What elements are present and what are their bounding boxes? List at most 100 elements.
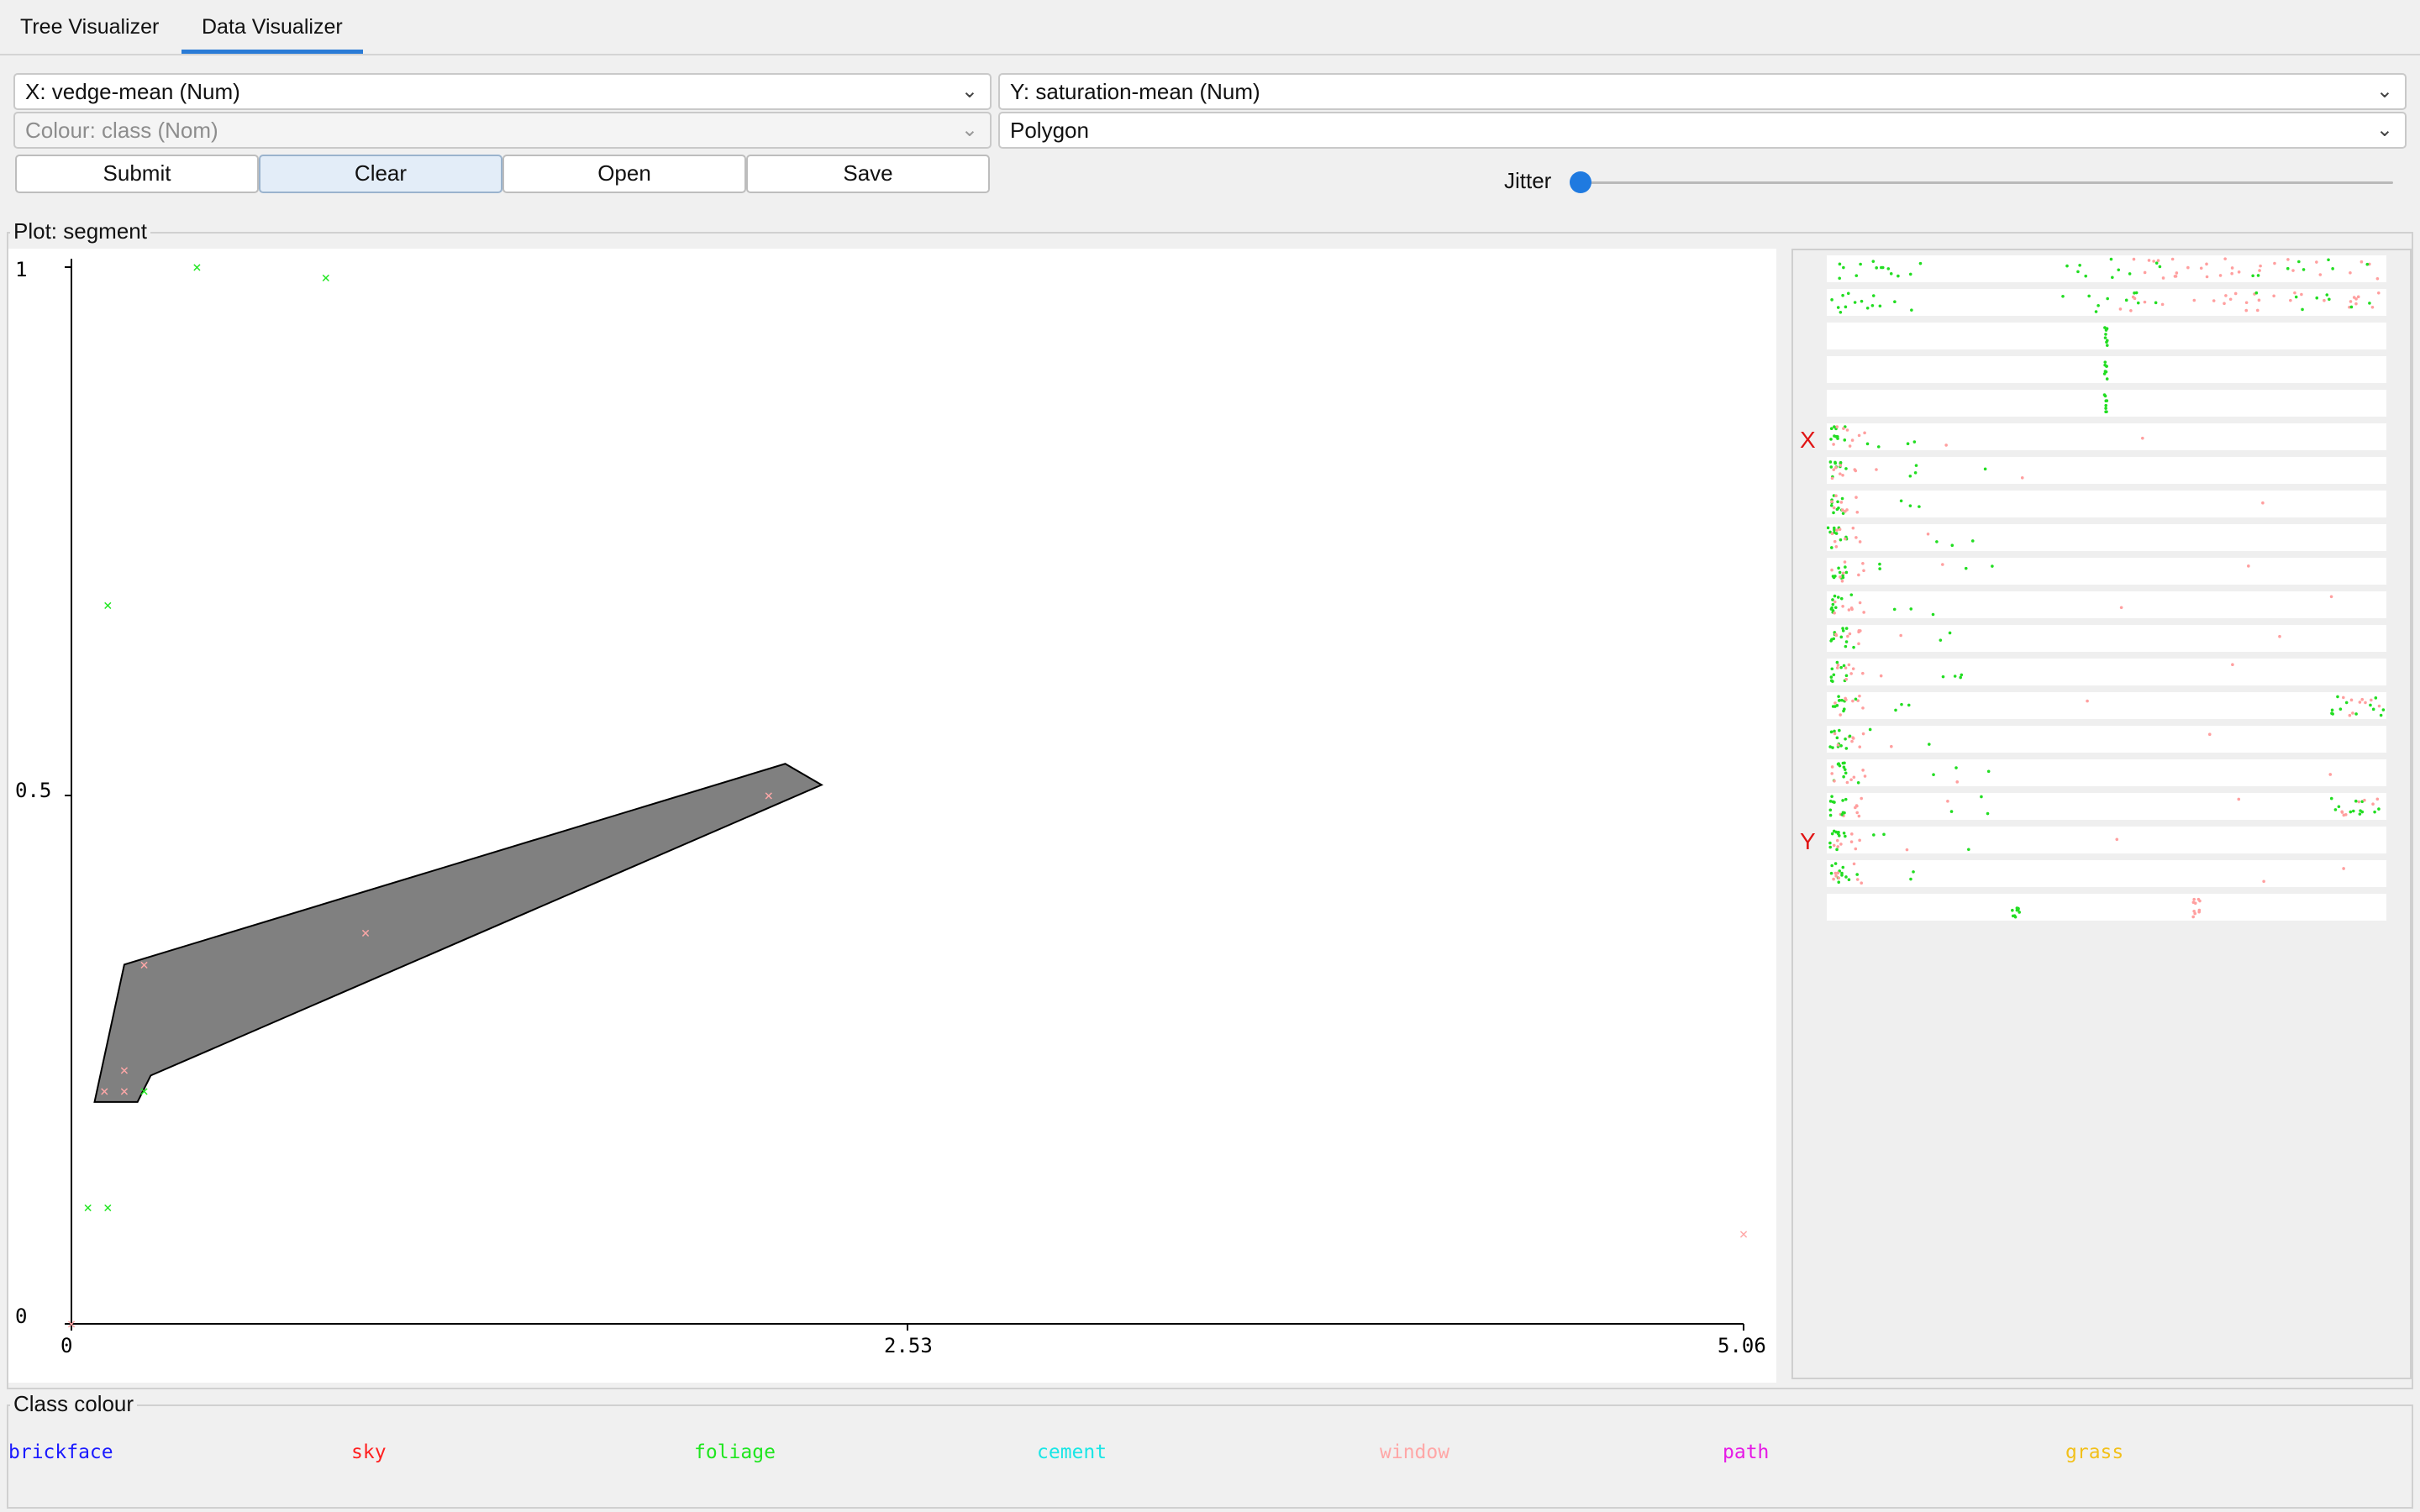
strip-point xyxy=(2342,813,2346,817)
strip-point xyxy=(1844,305,1848,309)
strip-point xyxy=(2338,707,2343,711)
strip-point xyxy=(1928,743,1931,746)
jitter-slider-track[interactable] xyxy=(1580,181,2393,184)
strip-point xyxy=(1839,472,1842,475)
legend-item-cement[interactable]: cement xyxy=(1037,1441,1107,1463)
strip-point xyxy=(1833,611,1836,615)
strip-point xyxy=(2261,501,2265,505)
strip-point xyxy=(1861,706,1865,710)
strip-point xyxy=(1844,797,1848,801)
strip-point xyxy=(1837,880,1841,885)
strip-point xyxy=(2255,308,2260,312)
strip-point xyxy=(1871,294,1876,297)
strip-point xyxy=(1851,667,1855,670)
strip-point xyxy=(1829,675,1833,679)
strip-point xyxy=(1918,261,1923,265)
strip-point xyxy=(1857,433,1861,438)
strip-point xyxy=(2158,265,2162,269)
strip-point xyxy=(2192,298,2196,302)
strip-point xyxy=(1855,878,1860,881)
strip-point xyxy=(1839,713,1842,717)
strip-point xyxy=(2094,310,2098,313)
strip-point xyxy=(1830,476,1834,480)
strip-point xyxy=(1833,594,1837,598)
strip-point xyxy=(1835,660,1839,664)
x-axis-select[interactable]: X: vedge-mean (Num) ⌄ xyxy=(13,73,992,110)
strip-point xyxy=(2152,260,2155,263)
strip-point xyxy=(1842,265,1845,270)
strip-point xyxy=(1829,503,1833,507)
tab-data-visualizer[interactable]: Data Visualizer xyxy=(182,0,363,54)
strip-point xyxy=(2104,407,2107,410)
legend-item-grass[interactable]: grass xyxy=(2065,1441,2123,1463)
strip-point xyxy=(2078,263,2081,267)
strip-point xyxy=(2103,336,2107,339)
strip-point xyxy=(2373,810,2376,814)
strip-point xyxy=(1836,663,1840,667)
data-point-window: × xyxy=(67,1315,76,1333)
attribute-strips[interactable] xyxy=(1827,254,2390,926)
clear-button[interactable]: Clear xyxy=(259,155,502,193)
strip-point xyxy=(1870,304,1875,307)
data-point-window: × xyxy=(120,1062,129,1079)
strip-point xyxy=(1841,799,1844,802)
strip-point xyxy=(1944,444,1948,447)
strip-point xyxy=(1918,505,1921,508)
legend-item-sky[interactable]: sky xyxy=(351,1441,387,1463)
strip-point xyxy=(1863,431,1866,435)
strip-point xyxy=(1840,813,1844,816)
strip-point xyxy=(1839,464,1843,467)
strip-point xyxy=(1841,571,1845,575)
strip-point xyxy=(1841,627,1844,630)
shape-select[interactable]: Polygon ⌄ xyxy=(998,112,2407,149)
strip-point xyxy=(1840,508,1844,512)
legend-item-brickface[interactable]: brickface xyxy=(8,1441,113,1463)
strip-point xyxy=(2360,260,2364,264)
chevron-down-icon: ⌄ xyxy=(960,118,978,141)
strip-point xyxy=(1842,707,1846,711)
strip-point xyxy=(1839,460,1843,465)
strip-point xyxy=(2156,259,2160,262)
strip-point xyxy=(2354,712,2358,716)
tab-tree-visualizer[interactable]: Tree Visualizer xyxy=(0,0,179,54)
open-button[interactable]: Open xyxy=(502,155,746,193)
legend-item-window[interactable]: window xyxy=(1380,1441,1449,1463)
strip-point xyxy=(2370,305,2375,309)
strip-point xyxy=(2154,301,2158,305)
strip-point xyxy=(2348,713,2352,717)
strip-point xyxy=(2193,911,2197,916)
submit-button[interactable]: Submit xyxy=(15,155,259,193)
jitter-slider-thumb[interactable] xyxy=(1570,171,1591,193)
strip-point xyxy=(2291,269,2295,272)
strip-point xyxy=(2011,908,2014,912)
attribute-matrix-panel[interactable]: X Y xyxy=(1791,249,2412,1379)
strip-point xyxy=(1834,465,1838,470)
strip-point xyxy=(1837,699,1841,702)
legend-item-path[interactable]: path xyxy=(1723,1441,1769,1463)
strip-point xyxy=(2161,276,2165,280)
save-button[interactable]: Save xyxy=(746,155,990,193)
strip-point xyxy=(1854,274,1859,277)
strip-point xyxy=(1835,838,1839,843)
strip-point xyxy=(2231,663,2234,667)
attribute-strip xyxy=(1827,289,2386,316)
scatter-plot[interactable]: × × × × × × × × × × × × × × 1 0.5 0 0 2.53 5.06 xyxy=(8,249,1776,1383)
strip-point xyxy=(1849,840,1854,843)
strip-point xyxy=(1844,666,1848,669)
strip-point xyxy=(2136,301,2140,305)
tab-bar xyxy=(0,0,2420,55)
strip-point xyxy=(2124,298,2128,302)
strip-point xyxy=(1844,565,1847,569)
strip-point xyxy=(2105,377,2109,381)
y-axis-select[interactable]: Y: saturation-mean (Num) ⌄ xyxy=(998,73,2407,110)
strip-point xyxy=(1833,729,1836,733)
data-point-window: × xyxy=(139,956,149,974)
data-point-window: × xyxy=(1739,1226,1749,1243)
x-axis-select-value: X: vedge-mean (Num) xyxy=(25,79,240,104)
strip-point xyxy=(1849,778,1853,782)
strip-point xyxy=(1857,814,1861,818)
legend-item-foliage[interactable]: foliage xyxy=(694,1441,776,1463)
attribute-strip xyxy=(1827,423,2386,450)
strip-point xyxy=(1834,544,1839,549)
strip-point xyxy=(1856,780,1860,785)
